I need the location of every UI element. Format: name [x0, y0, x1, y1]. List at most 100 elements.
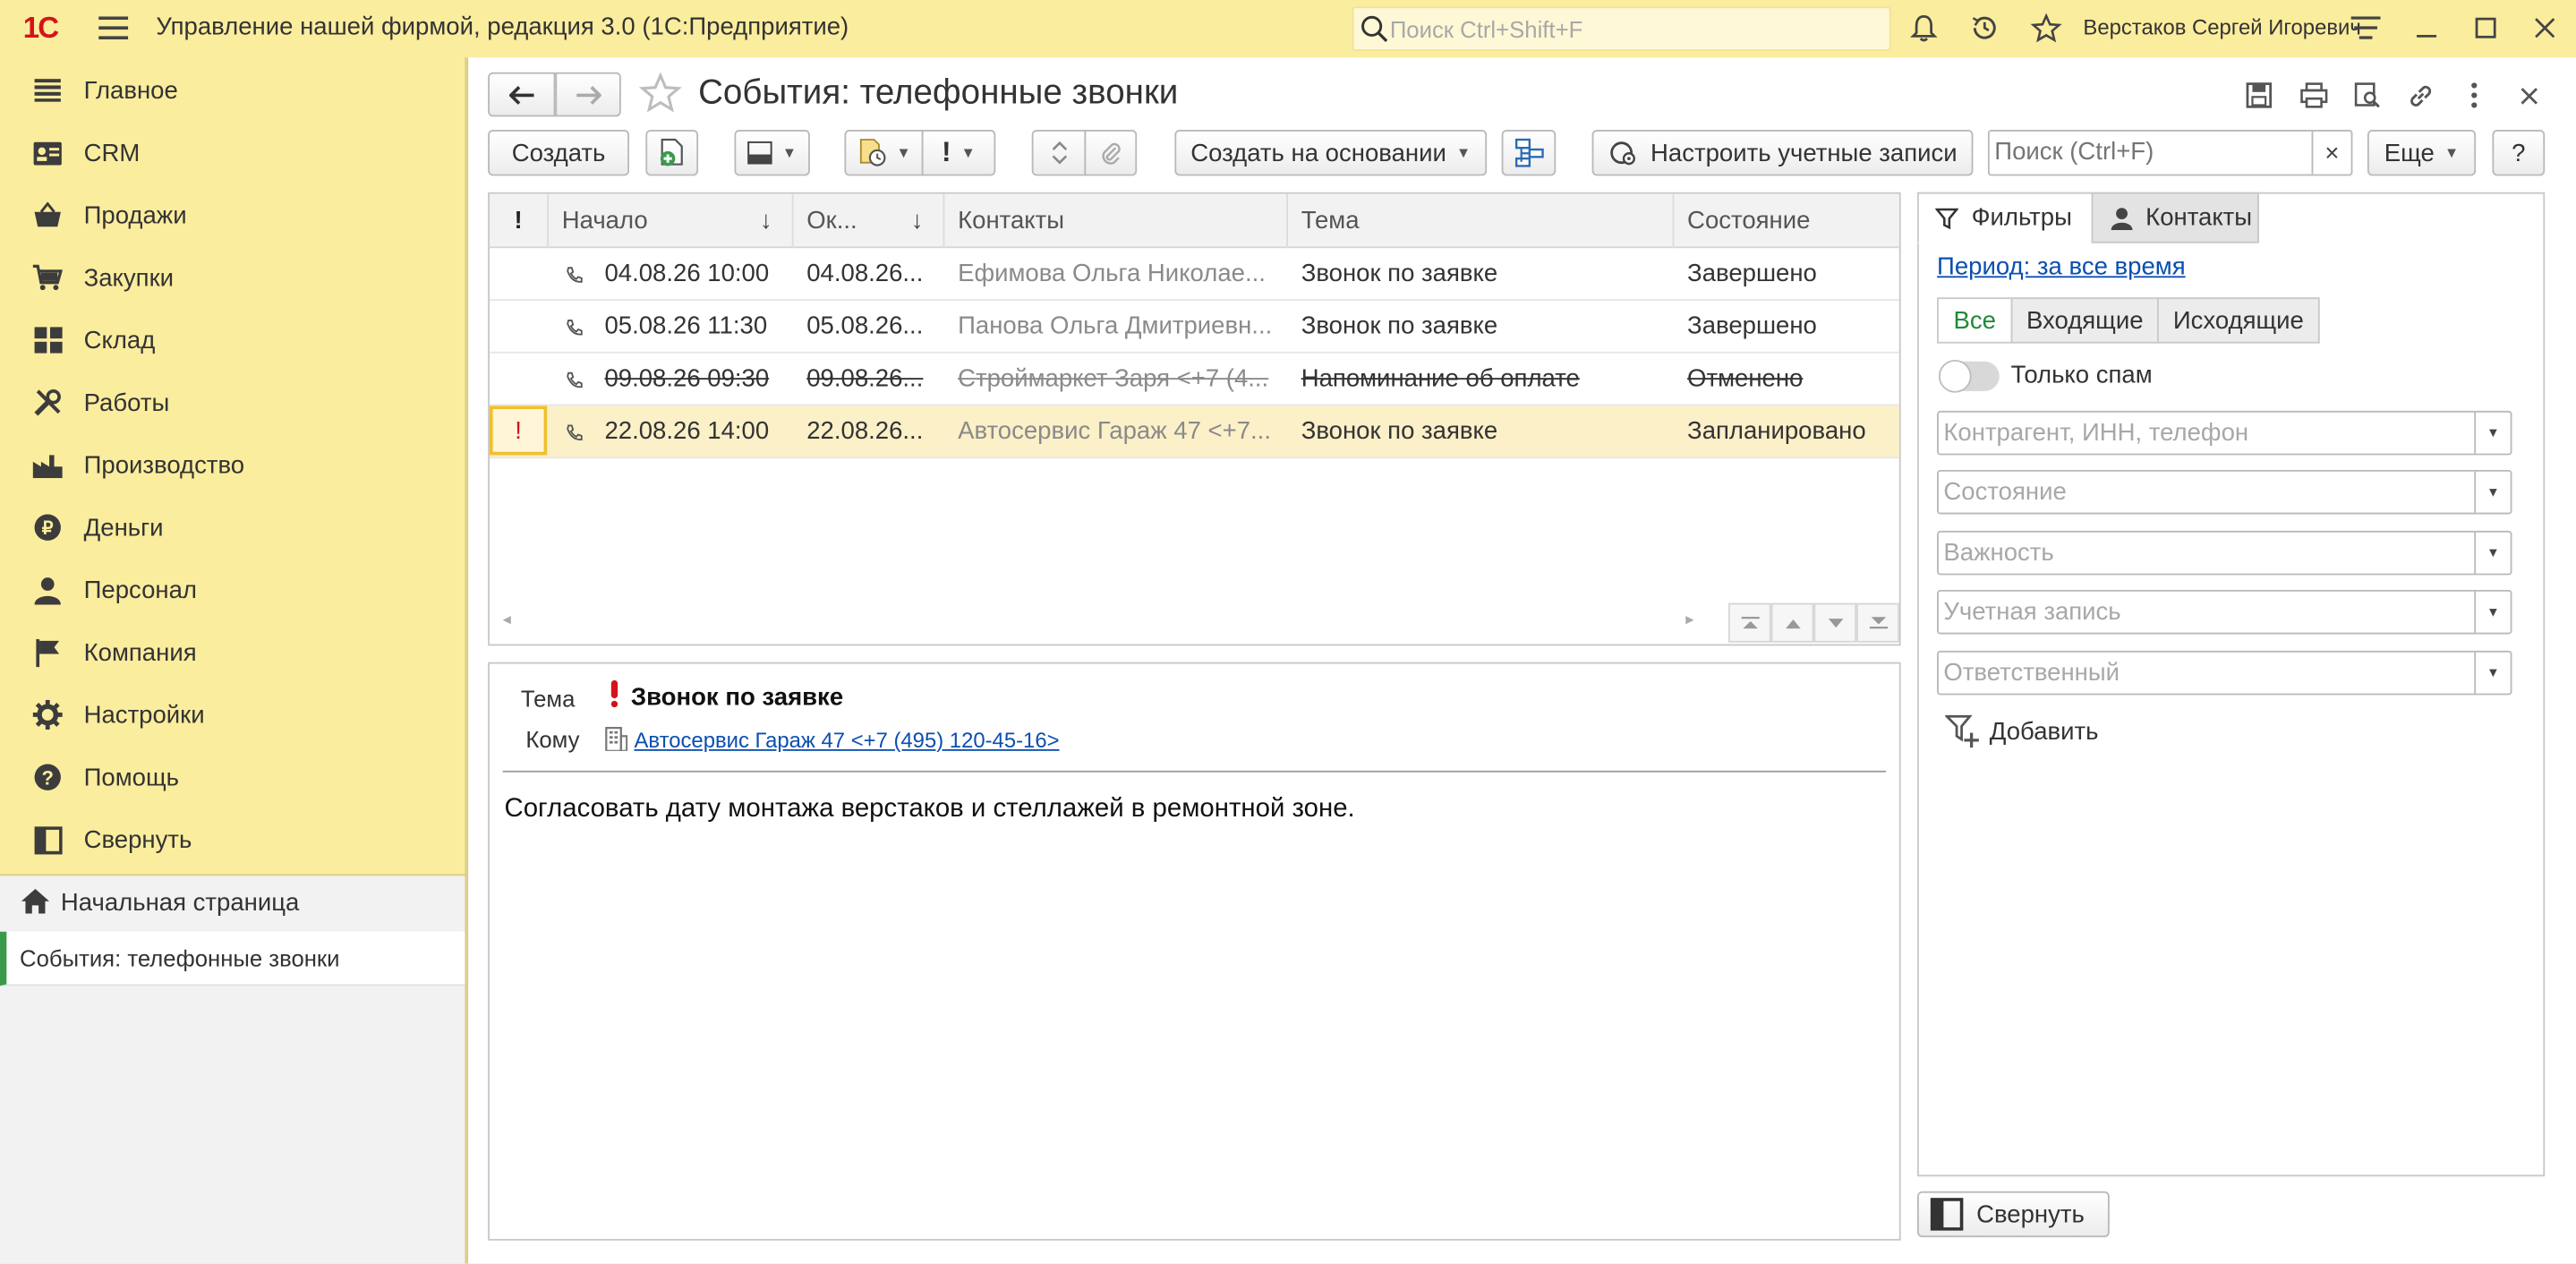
help-button[interactable]: ?	[2492, 130, 2546, 176]
add-filter-button[interactable]: Добавить	[1945, 713, 2098, 749]
copy-document-button[interactable]	[645, 130, 699, 176]
setup-accounts-button[interactable]: Настроить учетные записи	[1591, 130, 1974, 176]
scroll-left-icon[interactable]: ◂	[503, 611, 511, 629]
state-filter-field[interactable]: ▼	[1937, 469, 2512, 515]
close-window-icon[interactable]	[2521, 4, 2570, 53]
tab-filters[interactable]: Фильтры	[1917, 192, 2094, 243]
minimize-window-icon[interactable]	[2402, 4, 2452, 53]
sidebar-item-settings[interactable]: Настройки	[0, 684, 465, 747]
collapse-panel-button[interactable]: Свернуть	[1917, 1191, 2110, 1238]
open-window-home[interactable]: Начальная страница	[0, 875, 465, 930]
chevron-down-icon[interactable]: ▼	[2474, 471, 2510, 513]
direction-incoming-button[interactable]: Входящие	[2010, 297, 2159, 344]
main-content: События: телефонные звонки Создать ▼ ▼ !…	[466, 57, 2576, 1264]
sidebar-item-warehouse[interactable]: Склад	[0, 309, 465, 372]
sidebar-item-crm[interactable]: CRM	[0, 122, 465, 184]
close-form-icon[interactable]	[2511, 77, 2546, 113]
scroll-right-icon[interactable]: ▸	[1685, 611, 1693, 629]
table-row-selected[interactable]: ! 22.08.26 14:00 22.08.26... Автосервис …	[489, 406, 1899, 459]
list-search-box[interactable]: ×	[1987, 130, 2353, 176]
contacts-cell: Ефимова Ольга Николае...	[958, 260, 1266, 288]
table-row[interactable]: 05.08.26 11:30 05.08.26... Панова Ольга …	[489, 301, 1899, 354]
sidebar-item-collapse[interactable]: Свернуть	[0, 808, 465, 871]
expand-collapse-button[interactable]	[1031, 130, 1087, 176]
notifications-bell-icon[interactable]	[1899, 4, 1949, 53]
open-window-current[interactable]: События: телефонные звонки	[0, 931, 465, 986]
forward-button[interactable]	[555, 72, 621, 117]
recipient-link[interactable]: Автосервис Гараж 47 <+7 (495) 120-45-16>	[635, 728, 1060, 753]
column-contacts[interactable]: Контакты	[944, 193, 1289, 249]
table-row[interactable]: 09.08.26 09:30 09.08.26... Строймаркет З…	[489, 354, 1899, 406]
maximize-window-icon[interactable]	[2461, 4, 2511, 53]
account-filter-field[interactable]: ▼	[1937, 589, 2512, 635]
table-row[interactable]: 04.08.26 10:00 04.08.26... Ефимова Ольга…	[489, 248, 1899, 301]
chevron-down-icon[interactable]: ▼	[2474, 652, 2510, 694]
create-based-on-button[interactable]: Создать на основании ▼	[1174, 130, 1488, 176]
more-actions-button[interactable]: Еще ▼	[2367, 130, 2477, 176]
direction-all-button[interactable]: Все	[1937, 297, 2013, 344]
favorites-star-icon[interactable]	[2021, 4, 2070, 53]
sidebar-item-purchases[interactable]: Закупки	[0, 246, 465, 309]
favorite-star-icon[interactable]	[638, 72, 682, 122]
chevron-down-icon[interactable]: ▼	[2474, 532, 2510, 574]
scroll-bottom-button[interactable]	[1856, 602, 1899, 643]
counterparty-filter-field[interactable]: ▼	[1937, 410, 2512, 456]
global-search-input[interactable]	[1389, 15, 1883, 42]
reminder-dropdown-button[interactable]: ▼	[844, 130, 924, 176]
responsible-filter-input[interactable]	[1938, 659, 2465, 688]
importance-dropdown-button[interactable]: ! ▼	[921, 130, 996, 176]
list-search-input[interactable]	[1994, 138, 2307, 167]
settings-sliders-icon[interactable]	[2341, 4, 2391, 53]
clear-search-button[interactable]: ×	[2311, 131, 2351, 175]
sidebar-item-label: Работы	[83, 389, 170, 417]
chevron-down-icon[interactable]: ▼	[2474, 591, 2510, 633]
save-icon[interactable]	[2241, 77, 2277, 113]
state-cell: Отменено	[1687, 364, 1804, 393]
column-state[interactable]: Состояние	[1674, 194, 1898, 249]
importance-filter-input[interactable]	[1938, 539, 2465, 568]
create-button[interactable]: Создать	[488, 130, 629, 176]
spam-only-toggle[interactable]	[1938, 359, 2000, 393]
sidebar-item-main[interactable]: Главное	[0, 59, 465, 122]
direction-outgoing-button[interactable]: Исходящие	[2157, 297, 2320, 344]
counterparty-filter-input[interactable]	[1938, 419, 2465, 448]
column-start[interactable]: Начало ↓	[549, 193, 794, 249]
filter-funnel-icon	[1935, 207, 1958, 229]
sidebar-item-production[interactable]: Производство	[0, 434, 465, 497]
print-icon[interactable]	[2295, 77, 2331, 113]
scroll-up-button[interactable]	[1770, 602, 1814, 643]
current-user-name[interactable]: Верстаков Сергей Игоревич	[2083, 15, 2360, 40]
main-menu-icon[interactable]	[89, 4, 138, 53]
chevron-down-icon[interactable]: ▼	[2474, 412, 2510, 454]
layout-dropdown-button[interactable]: ▼	[734, 130, 810, 176]
sidebar-item-money[interactable]: ₽ Деньги	[0, 496, 465, 559]
period-link[interactable]: Период: за все время	[1937, 253, 2186, 281]
sidebar-item-works[interactable]: Работы	[0, 372, 465, 434]
column-end[interactable]: Ок... ↓	[794, 193, 945, 249]
sidebar-item-personnel[interactable]: Персонал	[0, 559, 465, 621]
tab-contacts[interactable]: Контакты	[2091, 192, 2259, 243]
history-icon[interactable]	[1960, 4, 2009, 53]
sidebar-item-label: Производство	[83, 450, 245, 480]
account-filter-input[interactable]	[1938, 598, 2465, 627]
responsible-filter-field[interactable]: ▼	[1937, 650, 2512, 696]
importance-filter-field[interactable]: ▼	[1937, 530, 2512, 576]
link-icon[interactable]	[2402, 77, 2438, 113]
factory-icon	[31, 448, 64, 482]
more-vertical-icon[interactable]	[2456, 77, 2492, 113]
attachment-button[interactable]	[1084, 130, 1138, 176]
column-importance[interactable]: !	[490, 193, 550, 249]
sidebar-item-sales[interactable]: Продажи	[0, 184, 465, 247]
scroll-down-button[interactable]	[1813, 602, 1857, 643]
state-filter-input[interactable]	[1938, 478, 2465, 507]
back-button[interactable]	[488, 72, 556, 117]
sidebar-item-help[interactable]: ? Помощь	[0, 746, 465, 808]
sidebar-item-company[interactable]: Компания	[0, 621, 465, 684]
preview-search-icon[interactable]	[2350, 77, 2385, 113]
create-based-on-label: Создать на основании	[1190, 139, 1446, 167]
structure-button[interactable]	[1501, 130, 1557, 176]
global-search-box[interactable]	[1352, 6, 1891, 51]
state-cell: Запланировано	[1687, 417, 1866, 446]
column-subject[interactable]: Тема	[1288, 193, 1675, 249]
scroll-top-button[interactable]	[1727, 602, 1771, 643]
